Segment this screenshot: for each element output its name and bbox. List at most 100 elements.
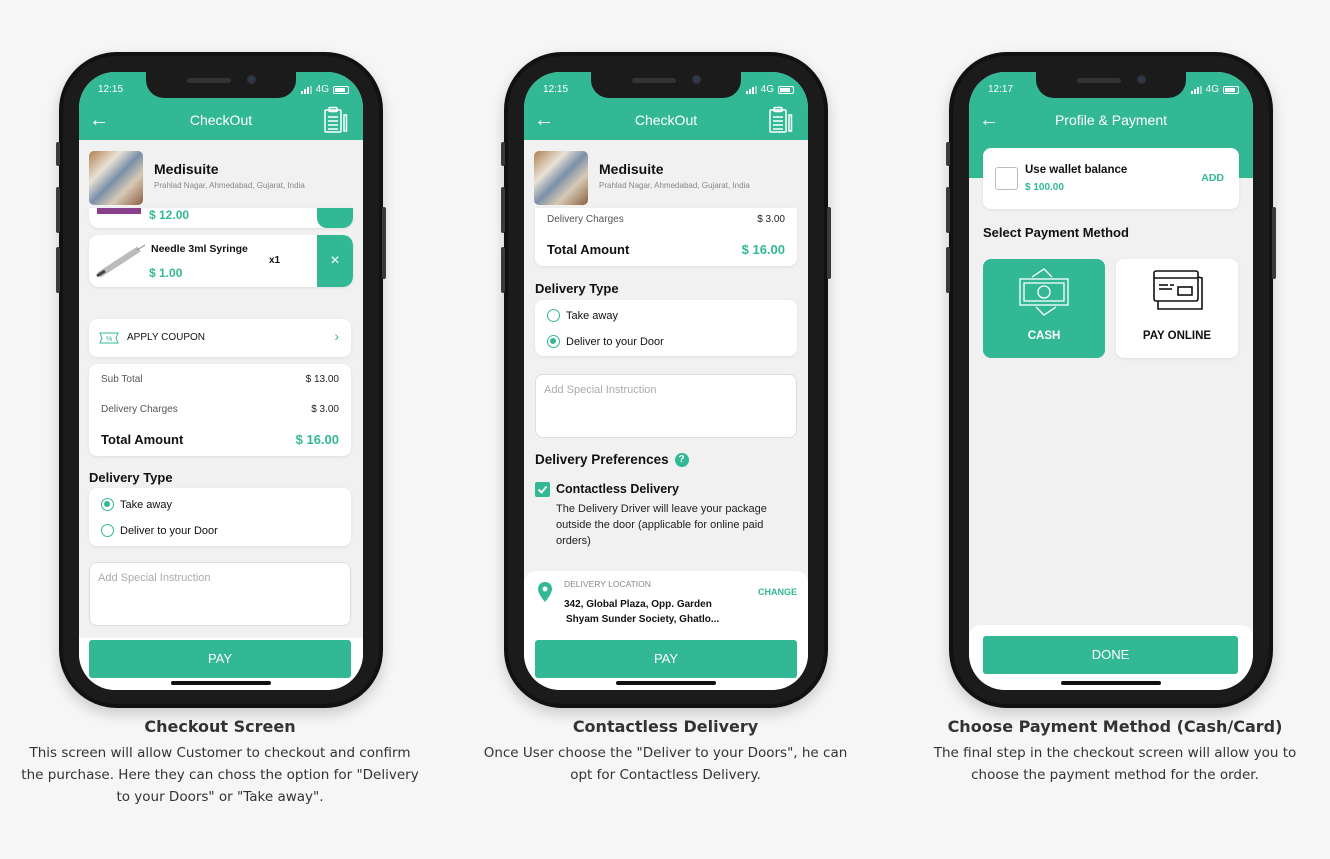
signal-icon xyxy=(745,85,757,94)
item-price: $ 1.00 xyxy=(149,266,183,280)
delivery-charges-label: Delivery Charges xyxy=(101,404,178,415)
status-time: 12:15 xyxy=(543,84,569,95)
delivery-type-options: Take away Deliver to your Door xyxy=(89,488,351,546)
item-name: Needle 3ml Syringe xyxy=(151,243,248,255)
option-deliver-door[interactable]: Deliver to your Door xyxy=(547,335,664,348)
wallet-amount: $ 100.00 xyxy=(1025,182,1064,193)
radio-unselected[interactable] xyxy=(547,309,560,322)
screen: 12:17 4G ← Profile & Payment Use wallet … xyxy=(969,72,1253,690)
delivery-type-title: Delivery Type xyxy=(89,470,173,485)
total-value: $ 16.00 xyxy=(295,432,339,447)
battery-icon xyxy=(778,85,794,94)
option-take-away[interactable]: Take away xyxy=(101,498,172,511)
clipboard-icon[interactable] xyxy=(768,106,794,134)
caption-text: Once User choose the "Deliver to your Do… xyxy=(483,745,848,783)
network-label: 4G xyxy=(315,84,329,95)
payment-method-online[interactable]: PAY ONLINE xyxy=(1116,259,1238,358)
chevron-right-icon: › xyxy=(334,328,339,344)
total-row: Total Amount $ 16.00 xyxy=(547,242,785,257)
contactless-description: The Delivery Driver will leave your pack… xyxy=(556,503,767,547)
phone-payment: 12:17 4G ← Profile & Payment Use wallet … xyxy=(946,52,1276,708)
special-instruction-input[interactable]: Add Special Instruction xyxy=(535,374,797,438)
coupon-label: APPLY COUPON xyxy=(127,332,205,343)
delivery-preferences-header: Delivery Preferences ? xyxy=(535,452,689,467)
syringe-image xyxy=(96,244,145,278)
delivery-preferences-title: Delivery Preferences xyxy=(535,452,669,467)
battery-icon xyxy=(333,85,349,94)
home-indicator xyxy=(616,681,716,685)
location-pin-icon xyxy=(538,582,552,602)
home-indicator xyxy=(171,681,271,685)
page-title: Profile & Payment xyxy=(1054,112,1168,128)
radio-selected[interactable] xyxy=(547,335,560,348)
radio-unselected[interactable] xyxy=(101,524,114,537)
store-name: Medisuite xyxy=(154,161,219,177)
contactless-checkbox[interactable] xyxy=(535,482,550,497)
svg-text:%: % xyxy=(106,336,112,343)
wallet-checkbox[interactable] xyxy=(995,167,1018,190)
help-icon[interactable]: ? xyxy=(674,452,689,467)
store-address: Prahlad Nagar, Ahmedabad, Gujarat, India xyxy=(154,181,305,190)
phone-contactless: 12:15 4G ← CheckOut Medisuite Prahlad Na… xyxy=(501,52,831,708)
network-label: 4G xyxy=(1205,84,1219,95)
item-quantity: x1 xyxy=(269,255,281,266)
done-button[interactable]: DONE xyxy=(983,636,1238,674)
remove-item-button[interactable] xyxy=(317,208,353,228)
caption-title: Checkout Screen xyxy=(144,717,296,736)
screen: 12:15 4G ← CheckOut Medisuite Prahlad Na… xyxy=(79,72,363,690)
store-image xyxy=(89,151,143,205)
volume-down-button xyxy=(56,247,60,293)
volume-up-button xyxy=(946,187,950,233)
instruction-placeholder: Add Special Instruction xyxy=(544,384,657,396)
coupon-icon: % xyxy=(99,332,119,344)
phone-checkout: 12:15 4G ← CheckOut Medisuite Prahlad Na… xyxy=(56,52,386,708)
mute-switch xyxy=(56,142,60,166)
home-indicator xyxy=(1061,681,1161,685)
wallet-label: Use wallet balance xyxy=(1025,164,1128,176)
store-name: Medisuite xyxy=(599,161,664,177)
caption-checkout: Checkout Screen This screen will allow C… xyxy=(20,717,420,808)
delivery-charges-row: Delivery Charges $ 3.00 xyxy=(101,404,339,415)
power-button xyxy=(827,207,831,279)
total-label: Total Amount xyxy=(547,242,630,257)
special-instruction-input[interactable]: Add Special Instruction xyxy=(89,562,351,626)
screen: 12:15 4G ← CheckOut Medisuite Prahlad Na… xyxy=(524,72,808,690)
change-location-button[interactable]: CHANGE xyxy=(758,587,797,597)
cash-icon xyxy=(1019,268,1069,316)
instruction-placeholder: Add Special Instruction xyxy=(98,572,211,584)
pay-button[interactable]: PAY xyxy=(89,640,351,678)
pay-online-label: PAY ONLINE xyxy=(1142,330,1212,342)
payment-method-cash[interactable]: CASH xyxy=(983,259,1105,358)
cart-item: $ 12.00 xyxy=(89,208,353,228)
power-button xyxy=(1272,207,1276,279)
signal-icon xyxy=(300,85,312,94)
battery-icon xyxy=(1223,85,1239,94)
option-deliver-door[interactable]: Deliver to your Door xyxy=(101,524,218,537)
status-time: 12:17 xyxy=(988,84,1014,95)
store-info: Medisuite Prahlad Nagar, Ahmedabad, Guja… xyxy=(89,151,359,207)
total-value: $ 16.00 xyxy=(741,242,785,257)
item-price: $ 12.00 xyxy=(149,208,190,222)
radio-selected[interactable] xyxy=(101,498,114,511)
caption-title: Choose Payment Method (Cash/Card) xyxy=(947,717,1283,736)
mute-switch xyxy=(501,142,505,166)
option-label: Deliver to your Door xyxy=(120,524,218,537)
caption-contactless: Contactless Delivery Once User choose th… xyxy=(478,717,853,786)
caption-text: The final step in the checkout screen wi… xyxy=(933,745,1297,783)
pay-button[interactable]: PAY xyxy=(535,640,797,678)
delivery-charges-label: Delivery Charges xyxy=(547,214,624,225)
page-title: CheckOut xyxy=(634,112,698,128)
remove-item-button[interactable]: × xyxy=(317,235,353,287)
add-wallet-button[interactable]: ADD xyxy=(1201,172,1224,184)
volume-up-button xyxy=(501,187,505,233)
option-take-away[interactable]: Take away xyxy=(547,309,618,322)
total-row: Total Amount $ 16.00 xyxy=(101,432,339,447)
delivery-location-label: DELIVERY LOCATION xyxy=(564,579,651,589)
caption-text: This screen will allow Customer to check… xyxy=(21,745,419,805)
apply-coupon-button[interactable]: % APPLY COUPON › xyxy=(89,319,351,357)
product-image xyxy=(97,208,141,214)
delivery-charges-value: $ 3.00 xyxy=(757,214,785,225)
power-button xyxy=(382,207,386,279)
clipboard-icon[interactable] xyxy=(323,106,349,134)
network-label: 4G xyxy=(760,84,774,95)
